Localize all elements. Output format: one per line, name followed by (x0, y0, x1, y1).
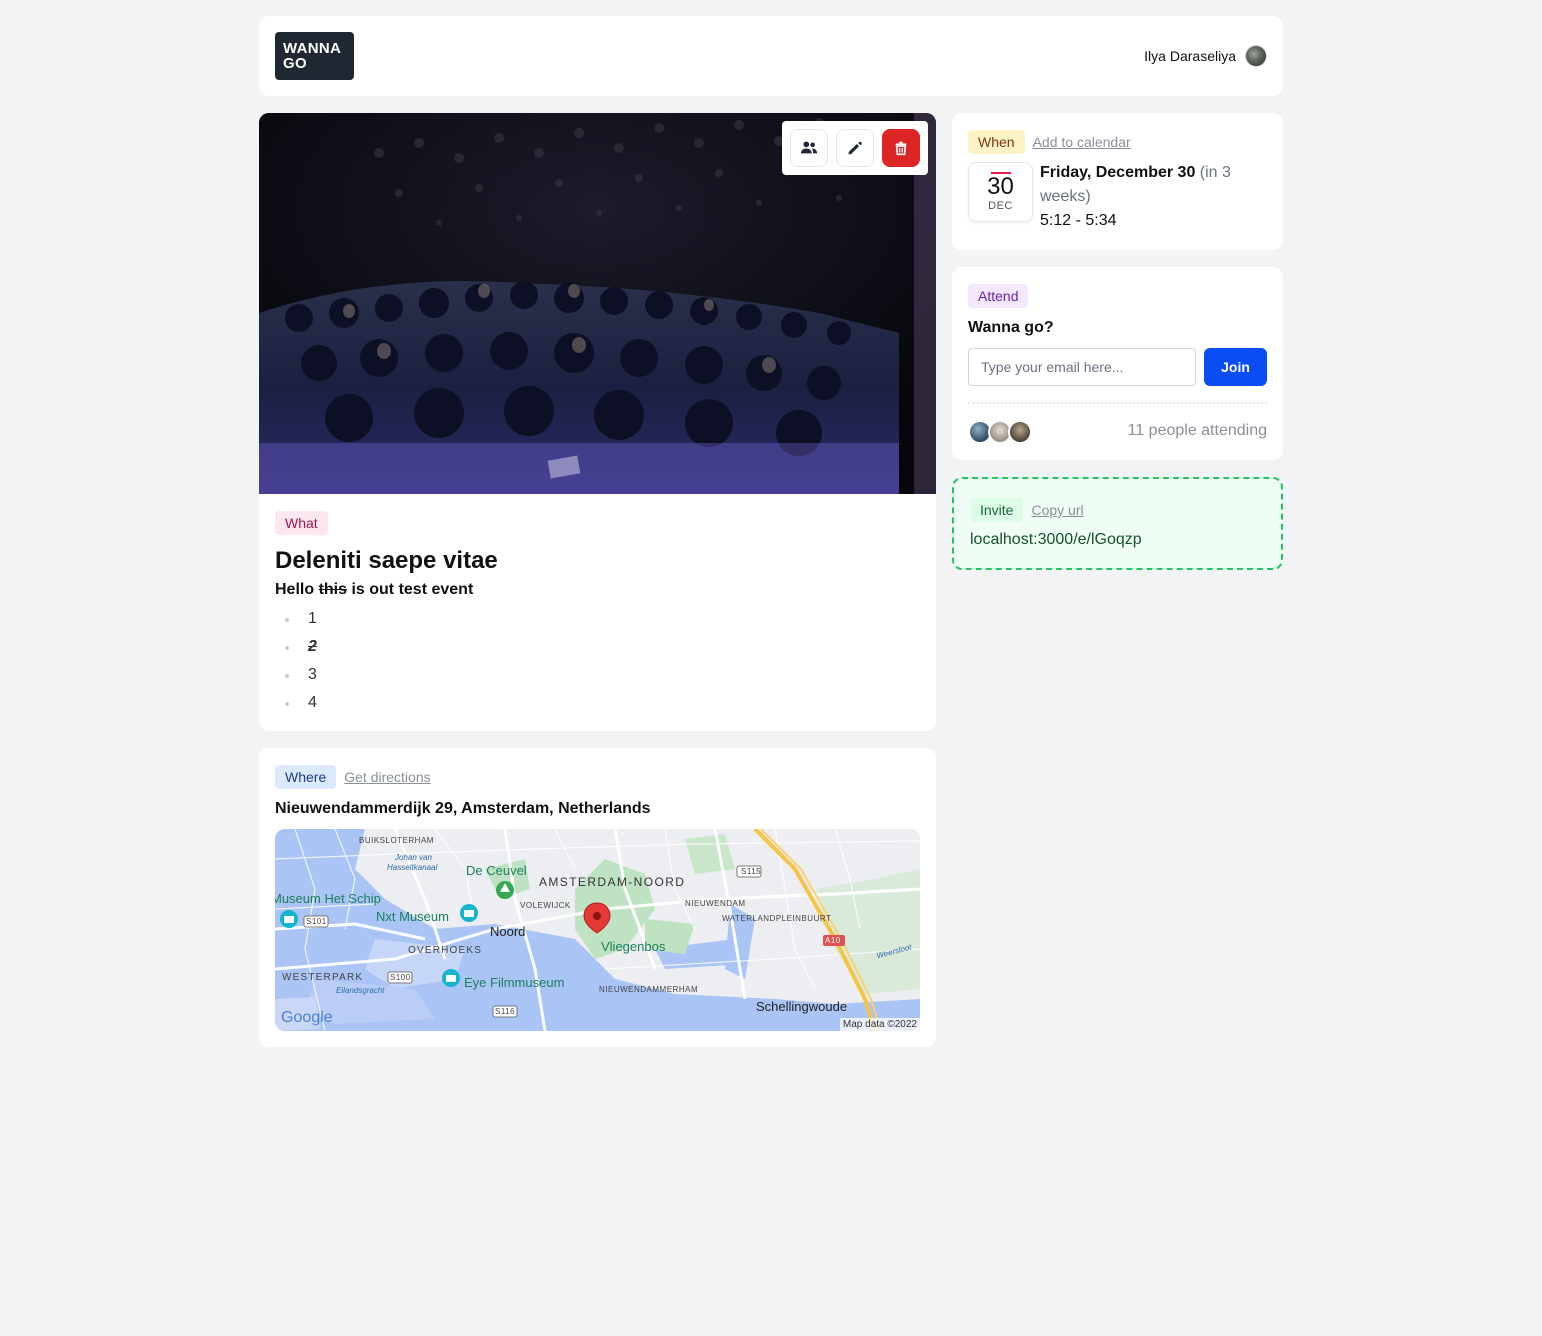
map-label: Eye Filmmuseum (464, 975, 565, 990)
map-label: OVERHOEKS (408, 945, 483, 956)
map-label: NIEUWENDAMMERHAM (599, 985, 699, 994)
invite-url: localhost:3000/e/lGoqzp (970, 531, 1142, 548)
attend-tag: Attend (968, 284, 1029, 308)
map-label: WESTERPARK (282, 972, 364, 983)
pencil-icon (848, 141, 862, 155)
invite-header: Invite Copy url (970, 498, 1084, 522)
description-text-1: Hello (275, 581, 319, 598)
map-label: S101 (306, 917, 327, 926)
description-struck-text: this (318, 581, 348, 598)
join-button[interactable]: Join (1204, 348, 1267, 386)
event-title: Deleniti saepe vitae (275, 547, 498, 574)
list-item: 4 (275, 689, 920, 717)
calendar-day: 30 (987, 173, 1014, 200)
list-item: 2 (275, 633, 920, 661)
map-label: De Ceuvel (466, 863, 527, 878)
description-text-2: is out test event (347, 581, 474, 598)
map-label: Hasseltkanaal (387, 863, 438, 872)
map-label: VOLEWIJCK (520, 901, 571, 910)
logo-line-1: WANNA (283, 40, 342, 57)
event-invite-card: Invite Copy url localhost:3000/e/lGoqzp (952, 477, 1283, 570)
where-tag: Where (275, 765, 337, 789)
list-item: 1 (275, 605, 920, 633)
event-what-card: What Deleniti saepe vitae Hello this is … (259, 113, 936, 731)
invite-tag: Invite (970, 498, 1024, 522)
map-label: WATERLANDPLEINBUURT (722, 914, 832, 923)
attend-question: Wanna go? (968, 319, 1054, 336)
map-label: NIEUWENDAM (685, 899, 746, 908)
calendar-date-badge: 30 DEC (968, 162, 1033, 222)
event-datetime: Friday, December 30 (in 3 weeks) 5:12 - … (1040, 161, 1270, 233)
where-header: Where Get directions (275, 765, 431, 789)
event-date: Friday, December 30 (1040, 164, 1196, 181)
event-address: Nieuwendammerdijk 29, Amsterdam, Netherl… (275, 800, 651, 817)
attending-count: 11 people attending (1127, 422, 1267, 439)
event-actions-toolbar (782, 121, 928, 175)
map-label: Museum Het Schip (275, 891, 381, 906)
google-logo: Google (281, 1009, 333, 1026)
map-label: Schellingwoude (756, 999, 848, 1014)
edit-event-button[interactable] (836, 129, 874, 167)
map-label: AMSTERDAM-NOORD (539, 875, 686, 889)
map-label: Eilandsgracht (336, 986, 385, 995)
top-header: WANNA GO Ilya Daraseliya (259, 16, 1283, 96)
location-map[interactable]: BUIKSLOTERHAM Johan van Hasseltkanaal De… (275, 829, 920, 1031)
attendees-button[interactable] (790, 129, 828, 167)
map-attribution: Map data ©2022 (839, 1018, 920, 1031)
map-label: Johan van (395, 853, 432, 862)
event-description: Hello this is out test event (275, 581, 920, 599)
trash-icon (895, 141, 907, 156)
user-name: Ilya Daraseliya (1144, 48, 1236, 64)
delete-event-button[interactable] (882, 129, 920, 167)
users-icon (800, 141, 818, 154)
user-menu[interactable]: Ilya Daraseliya (1144, 45, 1267, 67)
email-field[interactable] (968, 348, 1196, 386)
user-avatar[interactable] (1245, 45, 1267, 67)
event-details: What Deleniti saepe vitae Hello this is … (275, 511, 920, 717)
event-cover-image (259, 113, 936, 494)
attend-header: Attend (968, 284, 1029, 308)
copy-url-link[interactable]: Copy url (1031, 502, 1083, 518)
event-where-card: Where Get directions Nieuwendammerdijk 29… (259, 748, 936, 1047)
calendar-month: DEC (988, 200, 1013, 212)
add-to-calendar-link[interactable]: Add to calendar (1033, 134, 1131, 150)
what-tag: What (275, 511, 328, 535)
avatar (1008, 420, 1032, 444)
map-label: BUIKSLOTERHAM (359, 836, 434, 845)
map-label: Vliegenbos (601, 939, 666, 954)
when-header: When Add to calendar (968, 130, 1131, 154)
map-label: S100 (390, 973, 411, 982)
when-tag: When (968, 130, 1025, 154)
divider (968, 402, 1267, 404)
event-bullet-list: 1 2 3 4 (275, 605, 920, 717)
get-directions-link[interactable]: Get directions (344, 769, 430, 785)
map-label: S115 (741, 867, 762, 876)
logo-line-2: GO (283, 55, 307, 72)
map-label: Noord (490, 924, 526, 939)
map-label: A10 (825, 936, 841, 945)
list-item: 3 (275, 661, 920, 689)
event-time: 5:12 - 5:34 (1040, 212, 1117, 229)
event-when-card: When Add to calendar 30 DEC Friday, Decem… (952, 113, 1283, 250)
event-attend-card: Attend Wanna go? Join 11 people attendin… (952, 267, 1283, 460)
wannago-logo[interactable]: WANNA GO (275, 32, 354, 80)
map-label: Nxt Museum (376, 909, 449, 924)
attendee-avatars (968, 420, 1032, 444)
map-label: S116 (495, 1007, 516, 1016)
